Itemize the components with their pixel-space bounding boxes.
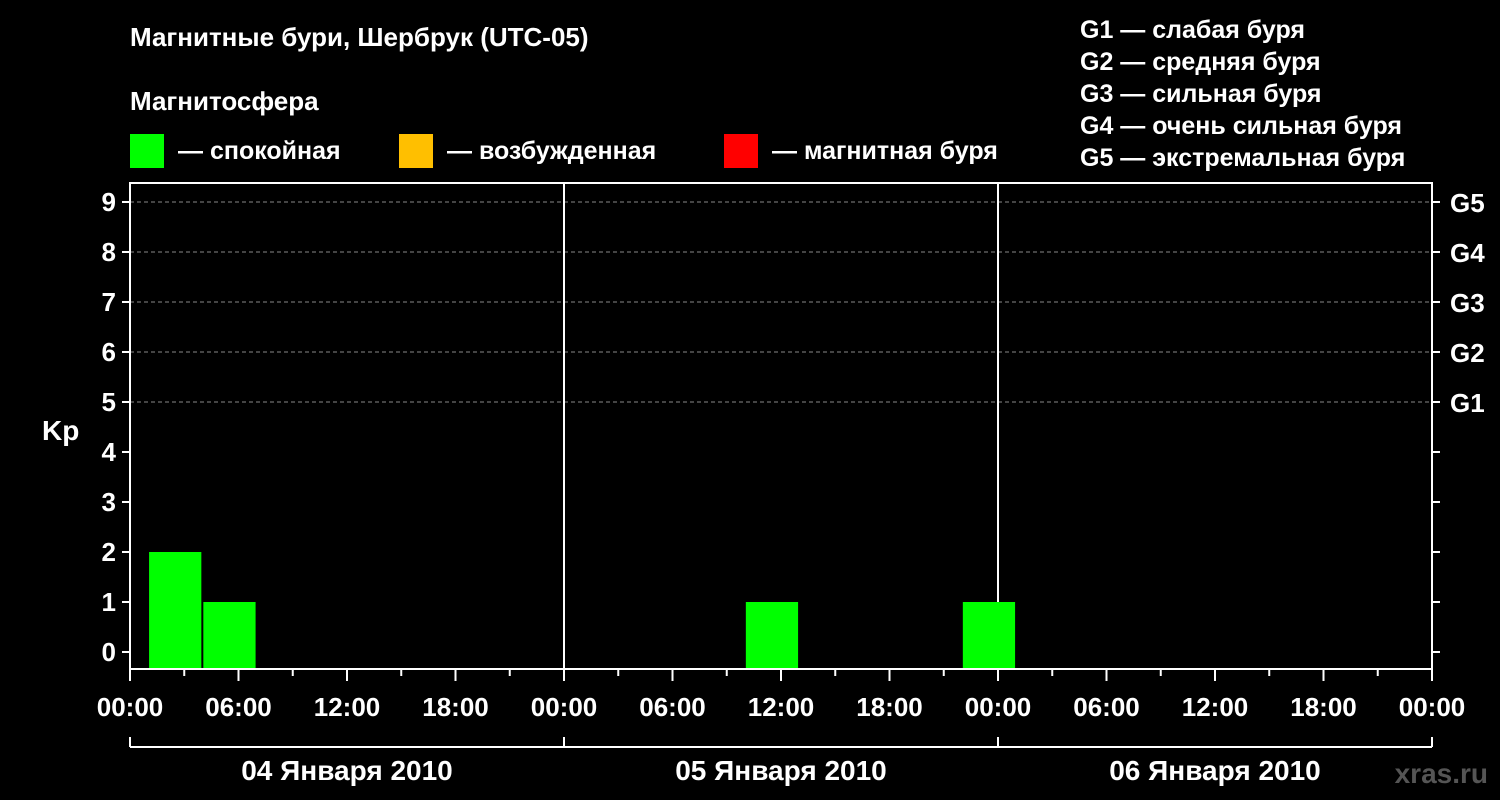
x-tick-label: 06:00 bbox=[205, 692, 272, 722]
y-tick-label: 6 bbox=[102, 337, 116, 367]
x-tick-label: 12:00 bbox=[1182, 692, 1249, 722]
y-tick-label: 0 bbox=[102, 637, 116, 667]
grid-layer bbox=[130, 183, 1432, 669]
watermark: xras.ru bbox=[1394, 758, 1488, 789]
storm-level-label: G5 bbox=[1450, 188, 1485, 218]
y-tick-label: 3 bbox=[102, 487, 116, 517]
day-label: 04 Января 2010 bbox=[241, 755, 453, 786]
y-tick-label: 8 bbox=[102, 237, 116, 267]
y-tick-label: 1 bbox=[102, 587, 116, 617]
storm-level-label: G1 bbox=[1450, 388, 1485, 418]
kp-bar bbox=[745, 602, 799, 668]
x-tick-label: 18:00 bbox=[856, 692, 923, 722]
y-tick-label: 9 bbox=[102, 187, 116, 217]
y-tick-label: 5 bbox=[102, 387, 116, 417]
storm-level-label: G4 bbox=[1450, 238, 1485, 268]
x-tick-label: 06:00 bbox=[1073, 692, 1140, 722]
x-tick-label: 18:00 bbox=[422, 692, 489, 722]
storm-level-label: G2 bbox=[1450, 338, 1485, 368]
kp-bar bbox=[149, 552, 202, 668]
x-tick-label: 18:00 bbox=[1290, 692, 1357, 722]
y-tick-label: 4 bbox=[102, 437, 117, 467]
day-label: 06 Января 2010 bbox=[1109, 755, 1321, 786]
kp-chart: 0 1 2 3 4 5 6 7 8 9 G1 G2 G3 G4 G5 Kp 00:00 06:00 12:00 18:… bbox=[42, 182, 1485, 786]
x-tick-label: 12:00 bbox=[314, 692, 381, 722]
bar-layer bbox=[149, 552, 1016, 668]
y-axis-label: Kp bbox=[42, 415, 79, 446]
x-tick-label: 00:00 bbox=[531, 692, 598, 722]
x-tick-label: 00:00 bbox=[965, 692, 1032, 722]
kp-bar bbox=[962, 602, 1016, 668]
x-tick-label: 12:00 bbox=[748, 692, 815, 722]
x-tick-label: 00:00 bbox=[97, 692, 164, 722]
y-tick-label: 7 bbox=[102, 287, 116, 317]
x-tick-label: 06:00 bbox=[639, 692, 706, 722]
y-tick-label: 2 bbox=[102, 537, 116, 567]
storm-level-label: G3 bbox=[1450, 288, 1485, 318]
kp-bar bbox=[203, 602, 256, 668]
day-label: 05 Января 2010 bbox=[675, 755, 887, 786]
plot-frame bbox=[129, 182, 1433, 670]
x-tick-label: 00:00 bbox=[1399, 692, 1466, 722]
axis-layer: 0 1 2 3 4 5 6 7 8 9 G1 G2 G3 G4 G5 Kp 00:00 06:00 12:00 18:… bbox=[42, 187, 1485, 786]
